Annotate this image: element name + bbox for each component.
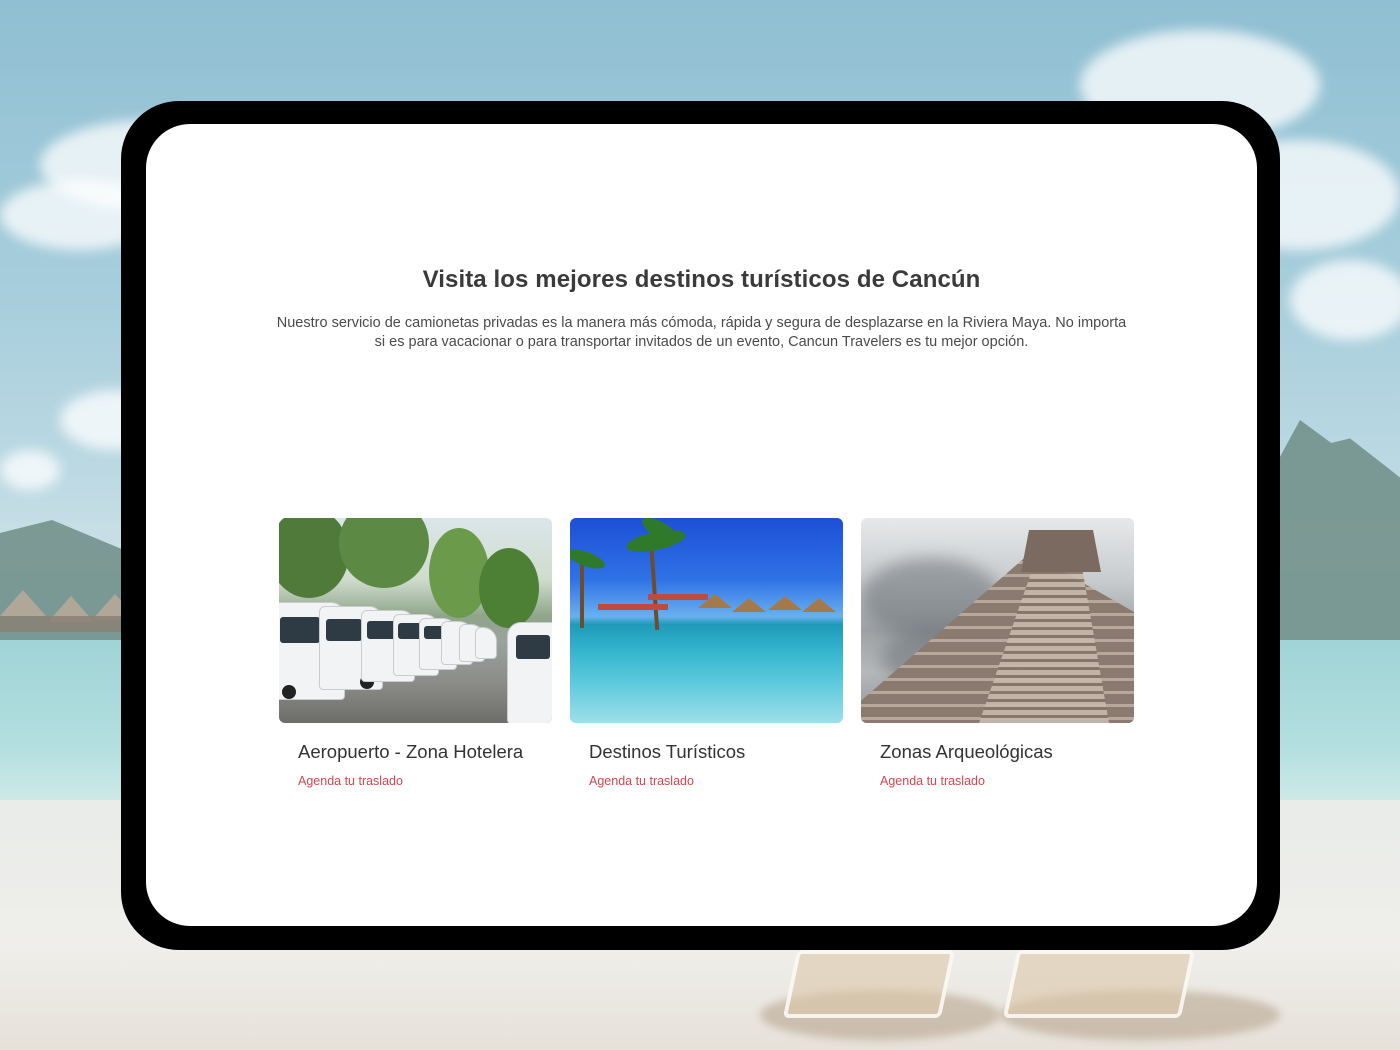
section-heading: Visita los mejores destinos turísticos d… [422,266,981,293]
card-title[interactable]: Destinos Turísticos [589,741,745,763]
photo-palm [648,537,660,631]
schedule-transfer-link[interactable]: Agenda tu traslado [880,774,985,788]
background-mountain [1275,420,1400,650]
photo-palm [580,558,584,628]
destination-cards: Aeropuerto - Zona Hotelera Agenda tu tra… [279,518,1135,798]
card-title[interactable]: Zonas Arqueológicas [880,741,1053,763]
tablet-screen: Visita los mejores destinos turísticos d… [146,124,1257,926]
photo-tree [279,518,349,598]
destination-card-tourist[interactable]: Destinos Turísticos Agenda tu traslado [570,518,843,788]
schedule-transfer-link[interactable]: Agenda tu traslado [298,774,403,788]
beach-pool-photo[interactable] [570,518,843,723]
section-intro-line: Nuestro servicio de camionetas privadas … [276,315,1127,331]
destination-card-archaeological[interactable]: Zonas Arqueológicas Agenda tu traslado [861,518,1134,788]
photo-umbrella [732,598,766,612]
photo-pyramid-temple [1021,530,1101,572]
photo-palm-leaf [570,545,608,573]
pyramid-photo[interactable] [861,518,1134,723]
tablet-frame: Visita los mejores destinos turísticos d… [121,101,1280,950]
photo-pier [598,604,668,610]
vans-parked-photo[interactable] [279,518,552,723]
section-intro-line: si es para vacacionar o para transportar… [374,334,1029,350]
background-beach-chair [782,950,956,1018]
background-hut-deck [0,616,121,632]
background-beach-chair [1002,950,1196,1018]
photo-umbrella [768,596,802,610]
background-cloud [1290,260,1400,340]
photo-van [475,627,497,659]
section-intro: Nuestro servicio de camionetas privadas … [266,314,1137,352]
destination-card-airport[interactable]: Aeropuerto - Zona Hotelera Agenda tu tra… [279,518,552,788]
photo-van [507,622,552,723]
schedule-transfer-link[interactable]: Agenda tu traslado [589,774,694,788]
photo-tree [339,518,429,588]
photo-tree [479,548,539,628]
photo-umbrella [802,598,836,612]
photo-pier [648,594,708,600]
background-cloud [0,450,60,490]
card-title[interactable]: Aeropuerto - Zona Hotelera [298,741,523,763]
